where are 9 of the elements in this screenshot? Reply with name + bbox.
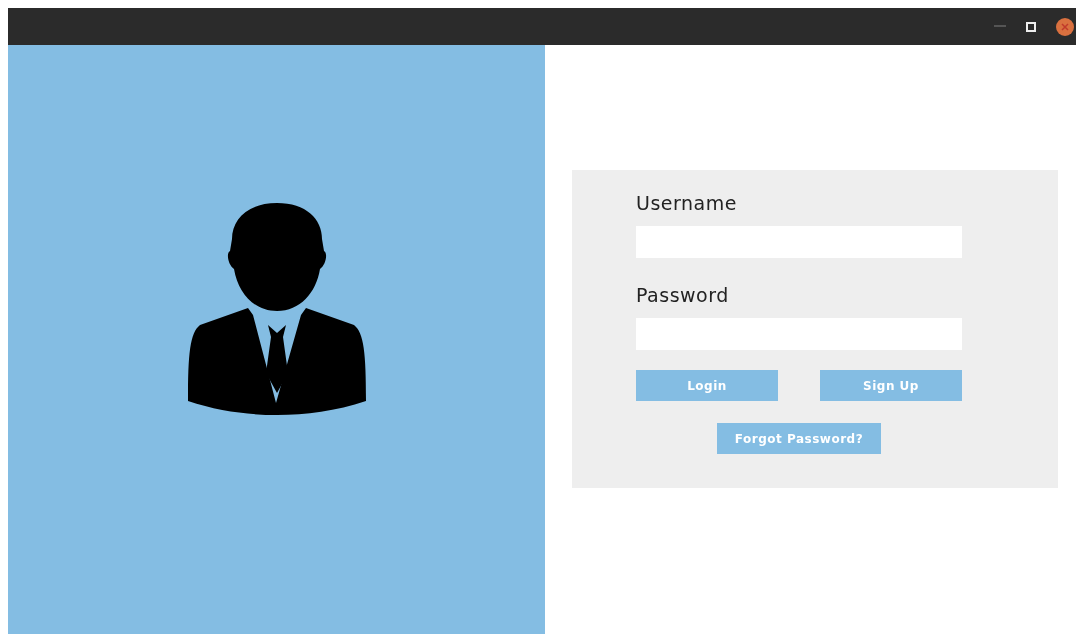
action-button[interactable]: Sign Up	[820, 370, 962, 401]
forgot-password-button[interactable]: Forgot Password?	[717, 423, 881, 454]
action-button[interactable]: Login	[636, 370, 778, 401]
minimize-icon[interactable]	[994, 25, 1006, 28]
user-silhouette-icon	[187, 203, 366, 415]
field-label: Username	[636, 192, 738, 214]
maximize-icon[interactable]	[1026, 21, 1036, 32]
field-label: Password	[636, 284, 730, 306]
close-icon[interactable]	[1056, 17, 1074, 36]
